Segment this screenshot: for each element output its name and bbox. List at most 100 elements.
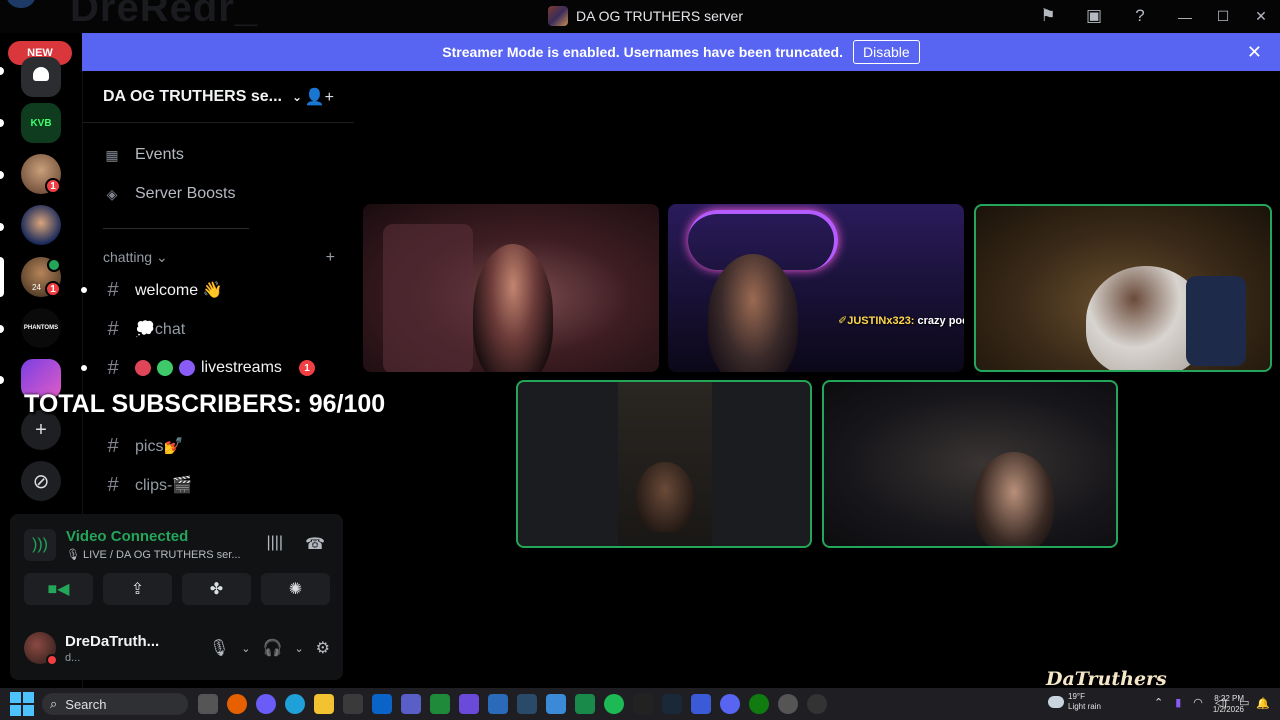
windows-taskbar: ⌕ Search 19°F Light rain ⌃ ▮ ◠ ◁) ▭ 8:22…	[0, 688, 1280, 720]
disconnect-icon[interactable]: ☎	[305, 534, 325, 554]
app-icon[interactable]	[575, 694, 595, 714]
mention-badge: 1	[45, 178, 61, 194]
close-banner-icon[interactable]: ✕	[1247, 42, 1262, 63]
server-icon-heart[interactable]	[21, 57, 61, 97]
channel-name: welcome 👋	[135, 282, 223, 299]
outlook-icon[interactable]	[372, 694, 392, 714]
activities-button[interactable]: ✤	[182, 573, 251, 605]
soundboard-button[interactable]: ✺	[261, 573, 330, 605]
app-icon[interactable]	[488, 694, 508, 714]
voice-status[interactable]: ))) Video Connected 🎙 LIVE / DA OG TRUTH…	[24, 528, 241, 561]
steam-icon[interactable]	[662, 694, 682, 714]
epic-games-icon[interactable]	[633, 694, 653, 714]
help-icon[interactable]: ?	[1130, 6, 1150, 26]
edge-icon[interactable]	[285, 694, 305, 714]
rain-cloud-icon	[1048, 696, 1064, 708]
stream-chat-overlay: ✐JUSTINx323: crazy podcast	[838, 314, 964, 327]
channel-chat[interactable]: # 💭chat	[103, 313, 335, 345]
screen-share-button[interactable]: ⇪	[103, 573, 172, 605]
server-icon	[548, 6, 568, 26]
server-indicator	[0, 325, 4, 333]
server-indicator	[0, 67, 4, 75]
taskbar-clock[interactable]: 8:22 PM 1/2/2026	[1213, 693, 1244, 715]
inbox-icon[interactable]: ▣	[1084, 6, 1104, 26]
watermark-logo: DaTruthers	[1046, 668, 1167, 690]
weather-widget[interactable]: 19°F Light rain	[1048, 692, 1101, 712]
server-name[interactable]: DA OG TRUTHERS se... ⌄	[103, 88, 302, 106]
channel-livestreams[interactable]: # livestreams 1	[81, 352, 335, 384]
explore-icon[interactable]: ⊘	[21, 461, 61, 501]
video-tile[interactable]	[363, 204, 659, 372]
file-explorer-icon[interactable]	[314, 694, 334, 714]
teams-icon[interactable]	[401, 694, 421, 714]
spotify-icon[interactable]	[604, 694, 624, 714]
participant-video	[708, 254, 798, 372]
photos-icon[interactable]	[546, 694, 566, 714]
chevron-down-icon[interactable]: ⌄	[294, 642, 303, 655]
voice-status-title: Video Connected	[66, 528, 189, 545]
weather-temp: 19°F	[1068, 692, 1085, 701]
start-button[interactable]	[10, 692, 34, 716]
server-label: KVB	[30, 117, 52, 129]
chevron-down-icon[interactable]: ⌄	[241, 642, 250, 655]
hash-icon: #	[107, 317, 119, 340]
clock-date: 1/2/2026	[1212, 705, 1244, 714]
app-icon[interactable]	[691, 694, 711, 714]
user-info[interactable]: DreDaTruth... d...	[65, 633, 159, 664]
mention-badge: 1	[45, 281, 61, 297]
disable-streamer-mode-button[interactable]: Disable	[853, 40, 920, 64]
video-tile-speaking[interactable]	[822, 380, 1118, 548]
settings-icon[interactable]	[778, 694, 798, 714]
add-channel-icon[interactable]: +	[326, 249, 335, 267]
maximize-icon[interactable]: ☐	[1204, 0, 1242, 33]
xbox-icon[interactable]	[749, 694, 769, 714]
server-icon-avatar-2[interactable]	[21, 205, 61, 245]
settings-gear-icon[interactable]: ⚙	[316, 638, 330, 658]
unread-dot	[81, 365, 87, 371]
microphone-icon[interactable]: 🎙	[209, 638, 229, 658]
discord-icon[interactable]	[720, 694, 740, 714]
nav-server-boosts[interactable]: ◈ Server Boosts	[103, 185, 236, 203]
tray-app-icon[interactable]: ▮	[1175, 696, 1181, 709]
server-icon-kvb[interactable]: KVB	[21, 103, 61, 143]
user-panel: DreDaTruth... d... 🎙 ⌄ 🎧 ⌄ ⚙	[24, 632, 330, 666]
copilot-icon[interactable]	[256, 694, 276, 714]
minimize-icon[interactable]: —	[1166, 0, 1204, 33]
server-label: 24	[32, 283, 41, 292]
video-tile[interactable]: ✐JUSTINx323: crazy podcast	[668, 204, 964, 372]
search-icon: ⌕	[50, 696, 58, 711]
server-icon-phantoms[interactable]: PHANTOMS	[21, 308, 61, 348]
hash-icon: #	[107, 278, 119, 301]
category-chatting[interactable]: chatting ⌄ +	[103, 249, 335, 267]
windows-logo-icon	[23, 705, 34, 716]
twitter-logo-icon	[6, 0, 36, 8]
avatar[interactable]	[24, 632, 58, 666]
chevron-up-icon[interactable]: ⌃	[1154, 696, 1163, 709]
taskbar-search[interactable]: ⌕ Search	[42, 693, 188, 715]
channel-clips[interactable]: # clips-🎬	[103, 469, 335, 501]
video-tile-speaking[interactable]	[974, 204, 1272, 372]
app-icon[interactable]	[807, 694, 827, 714]
task-view-icon[interactable]	[198, 694, 218, 714]
nav-events[interactable]: ▦ Events	[103, 146, 184, 164]
invite-people-icon[interactable]: 👤+	[305, 87, 334, 107]
channel-welcome[interactable]: # welcome 👋	[81, 274, 335, 306]
voice-channel-path[interactable]: 🎙 LIVE / DA OG TRUTHERS ser...	[66, 548, 241, 561]
app-icon[interactable]	[459, 694, 479, 714]
firefox-icon[interactable]	[227, 694, 247, 714]
server-indicator	[0, 119, 4, 127]
store-icon[interactable]	[343, 694, 363, 714]
close-window-icon[interactable]: ✕	[1242, 0, 1280, 33]
app-icon[interactable]	[430, 694, 450, 714]
camera-button[interactable]: ■◀	[24, 573, 93, 605]
server-header[interactable]: DA OG TRUTHERS se... ⌄ 👤+	[83, 71, 354, 123]
notification-bell-icon[interactable]: 🔔	[1256, 697, 1270, 710]
flag-icon[interactable]: ⚑	[1038, 6, 1058, 26]
wifi-icon[interactable]: ◠	[1193, 696, 1203, 709]
app-icon[interactable]	[517, 694, 537, 714]
channel-name: pics💅	[135, 438, 184, 455]
headphones-icon[interactable]: 🎧	[263, 638, 283, 658]
video-tile-speaking[interactable]	[516, 380, 812, 548]
noise-suppression-icon[interactable]: ||||	[266, 534, 283, 554]
channel-pics[interactable]: # pics💅	[103, 430, 335, 462]
